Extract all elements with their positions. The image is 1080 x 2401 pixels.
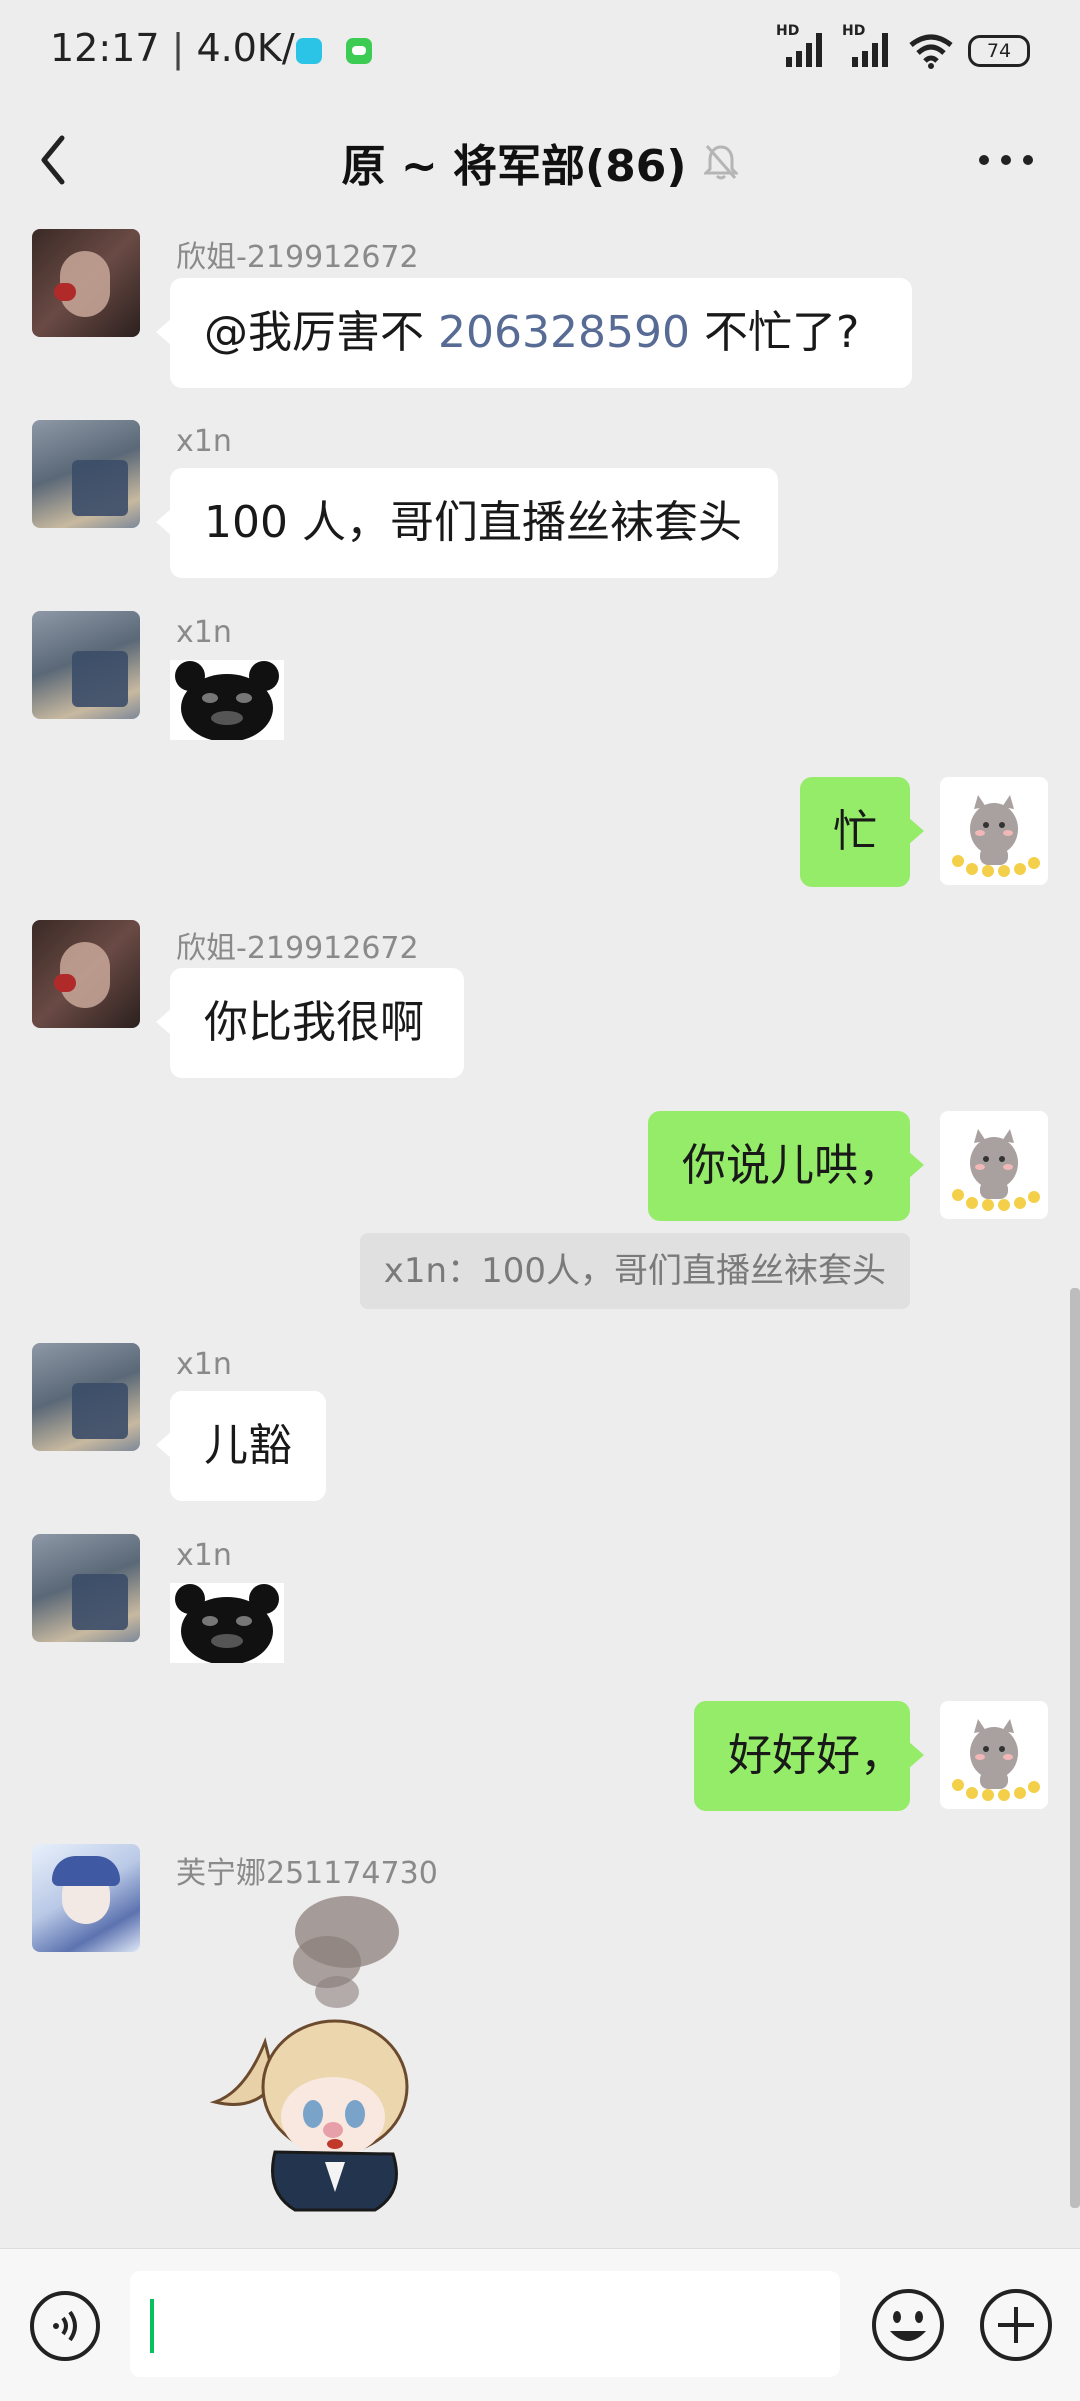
message-text: @我厉害不 (204, 307, 438, 358)
sender-name: 芙宁娜251174730 (176, 1856, 438, 1891)
message-input[interactable] (130, 2271, 840, 2377)
avatar-xinjie[interactable] (32, 920, 140, 1028)
voice-icon[interactable] (28, 2289, 102, 2363)
message-text: 不忙了? (689, 307, 860, 358)
separator: | (171, 26, 197, 70)
input-bar (0, 2248, 1080, 2401)
mention-link[interactable]: 206328590 (438, 307, 690, 358)
self-avatar[interactable] (940, 777, 1048, 885)
chat-title[interactable]: 原 ~ 将军部(86) (342, 130, 687, 194)
emoji-icon[interactable] (870, 2287, 946, 2363)
message-text: 你说儿哄， (682, 1140, 902, 1191)
status-bar: 12:17 | 4.0K/s HD HD 74 (0, 0, 1080, 100)
message-text: 100 人，哥们直播丝袜套头 (204, 497, 742, 548)
text-caret (150, 2299, 154, 2353)
avatar-x1n[interactable] (32, 420, 140, 528)
wifi-icon (909, 34, 953, 69)
more-dots-icon[interactable] (976, 152, 1036, 168)
sender-name: x1n (176, 1538, 232, 1573)
battery-level: 74 (986, 40, 1012, 62)
black-bear-sticker[interactable] (170, 660, 284, 742)
clock: 12:17 (50, 26, 160, 70)
cat-avatar-icon (952, 795, 1040, 877)
message-text: 儿豁 (204, 1420, 292, 1471)
avatar-xinjie[interactable] (32, 229, 140, 337)
signal-label-2: HD (842, 23, 866, 39)
message-bubble[interactable]: 100 人，哥们直播丝袜套头 (156, 468, 778, 578)
scrollbar[interactable] (1070, 1288, 1080, 2208)
signal-strength-2-icon: HD (842, 23, 894, 73)
self-avatar[interactable] (940, 1701, 1048, 1809)
sender-name: 欣姐-219912672 (176, 240, 419, 275)
anime-girl-icon (209, 1896, 409, 2212)
quoted-message[interactable]: x1n：100人，哥们直播丝袜套头 (359, 1233, 910, 1309)
avatar-x1n[interactable] (32, 1343, 140, 1451)
status-time-group: 12:17 | 4.0K/s (50, 26, 314, 70)
avatar-x1n[interactable] (32, 611, 140, 719)
top-app-icon (296, 38, 322, 64)
bear-face-icon (175, 661, 279, 742)
anime-girl-steam-sticker[interactable] (205, 1892, 455, 2222)
cat-avatar-icon (952, 1129, 1040, 1211)
self-message-bubble[interactable]: 你说儿哄， (648, 1111, 924, 1221)
message-text: 你比我很啊 (204, 997, 424, 1048)
self-message-bubble[interactable]: 忙 (800, 777, 924, 887)
cat-avatar-icon (952, 1719, 1040, 1801)
message-bubble[interactable]: 你比我很啊 (156, 968, 464, 1078)
avatar-furina[interactable] (32, 1844, 140, 1952)
quote-text: x1n：100人，哥们直播丝袜套头 (383, 1251, 886, 1291)
sender-name: x1n (176, 615, 232, 650)
plus-icon[interactable] (978, 2287, 1054, 2363)
black-bear-sticker[interactable] (170, 1583, 284, 1665)
sender-name: x1n (176, 1347, 232, 1382)
signal-strength-icon: HD (776, 23, 828, 73)
message-text: 好好好， (728, 1730, 904, 1781)
sender-name: 欣姐-219912672 (176, 931, 419, 966)
message-app-icon (346, 38, 372, 64)
battery-indicator: 74 (968, 35, 1030, 67)
self-avatar[interactable] (940, 1111, 1048, 1219)
message-bubble[interactable]: 儿豁 (156, 1391, 326, 1501)
chat-header: 原 ~ 将军部(86) (0, 100, 1080, 218)
self-message-bubble[interactable]: 好好好， (694, 1701, 924, 1811)
avatar-x1n[interactable] (32, 1534, 140, 1642)
sender-name: x1n (176, 424, 232, 459)
status-right-group: HD HD 74 (776, 23, 1030, 74)
message-text: 忙 (833, 806, 877, 857)
bell-off-icon (704, 145, 739, 180)
signal-label: HD (776, 23, 800, 39)
bear-face-icon (175, 1584, 279, 1665)
chat-title-container: 原 ~ 将军部(86) (0, 130, 1080, 194)
message-bubble[interactable]: @我厉害不 206328590 不忙了? (156, 278, 912, 388)
